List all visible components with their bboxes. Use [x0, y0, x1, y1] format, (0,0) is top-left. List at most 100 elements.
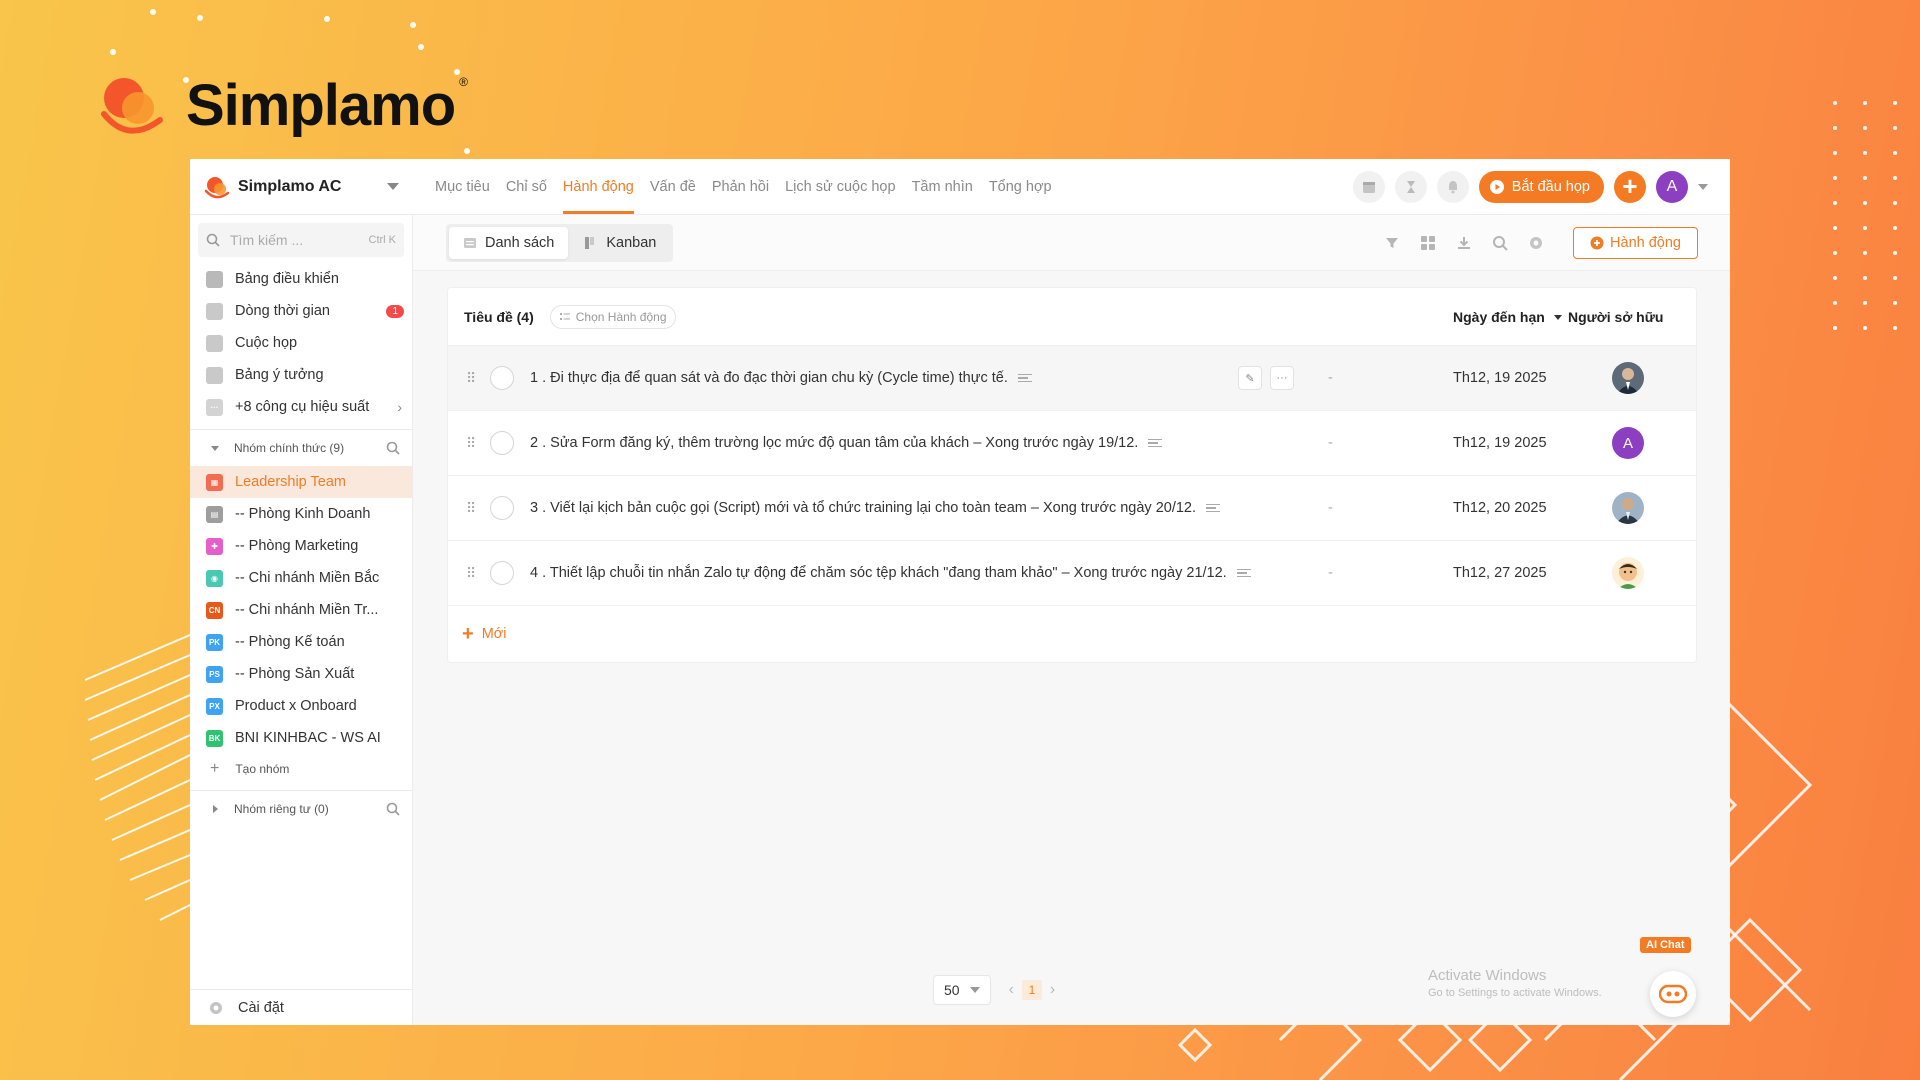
owner-avatar[interactable]: [1612, 492, 1644, 524]
owner-column-header[interactable]: Người sở hữu: [1568, 309, 1663, 325]
owner-avatar[interactable]: [1612, 362, 1644, 394]
due-date[interactable]: Th12, 27 2025: [1453, 565, 1547, 581]
timer-button[interactable]: [1394, 170, 1427, 203]
sidebar-item-idea-board[interactable]: Bảng ý tưởng: [190, 359, 412, 391]
timeline-icon: [206, 302, 223, 320]
caret-right-icon: [213, 805, 218, 813]
download-icon[interactable]: [1455, 234, 1473, 252]
sidebar-item-more-tools[interactable]: ··· +8 công cụ hiệu suất ›: [190, 391, 412, 423]
drag-handle-icon[interactable]: ⠿: [466, 500, 476, 517]
sidebar-group-accounting[interactable]: PK -- Phòng Kế toán: [190, 626, 412, 658]
current-page[interactable]: 1: [1021, 980, 1042, 1000]
notification-button[interactable]: [1436, 170, 1469, 203]
more-options-icon[interactable]: ···: [1270, 366, 1294, 390]
sidebar-group-sales[interactable]: ▤ -- Phòng Kinh Doanh: [190, 498, 412, 530]
prev-page-icon[interactable]: ‹: [1009, 981, 1014, 999]
tab-objectives[interactable]: Mục tiêu: [435, 159, 490, 214]
create-group-label: Tạo nhóm: [235, 762, 290, 776]
chevron-down-icon[interactable]: [1698, 183, 1708, 190]
tab-feedback[interactable]: Phản hồi: [712, 159, 769, 214]
search-input[interactable]: Tìm kiếm ... Ctrl K: [198, 223, 404, 257]
notification-badge: 1: [386, 304, 404, 318]
tab-vision[interactable]: Tầm nhìn: [912, 159, 973, 214]
tab-issues[interactable]: Vấn đề: [650, 159, 696, 214]
ai-chat-button[interactable]: [1650, 971, 1696, 1017]
sidebar-group-marketing[interactable]: ✚ -- Phòng Marketing: [190, 530, 412, 562]
search-icon[interactable]: [1491, 234, 1509, 252]
group-avatar-icon: PS: [206, 665, 223, 683]
group-avatar-icon: ▤: [206, 505, 223, 523]
sidebar-item-meetings[interactable]: Cuộc họp: [190, 327, 412, 359]
ai-chat-widget[interactable]: AI Chat: [1640, 937, 1700, 1017]
watermark-line-1: Activate Windows: [1428, 967, 1547, 984]
brand-registered-mark: ®: [459, 74, 469, 89]
sidebar-group-production[interactable]: PS -- Phòng Sản Xuất: [190, 658, 412, 690]
edit-icon[interactable]: ✎: [1238, 366, 1262, 390]
due-date[interactable]: Th12, 20 2025: [1453, 500, 1547, 516]
sidebar-group-product-onboard[interactable]: PX Product x Onboard: [190, 690, 412, 722]
filter-icon[interactable]: [1383, 234, 1401, 252]
group-by-icon[interactable]: [1419, 234, 1437, 252]
tab-metrics[interactable]: Chỉ số: [506, 159, 547, 214]
sidebar-item-timeline[interactable]: Dòng thời gian 1: [190, 295, 412, 327]
create-group-button[interactable]: + Tạo nhóm: [190, 754, 412, 784]
add-action-button[interactable]: Hành động: [1573, 226, 1698, 259]
plus-icon: +: [210, 760, 220, 777]
table-header: Tiêu đề (4) Chọn Hành động Ngày đến hạn …: [448, 288, 1696, 346]
gear-icon[interactable]: [1527, 234, 1545, 252]
settings-item[interactable]: Cài đặt: [190, 989, 412, 1025]
tab-meeting-history[interactable]: Lịch sử cuộc họp: [785, 159, 895, 214]
action-title[interactable]: 3 . Viết lại kịch bản cuộc gọi (Script) …: [530, 500, 1196, 516]
new-action-button[interactable]: + Mới: [448, 606, 1696, 662]
settings-label: Cài đặt: [238, 999, 284, 1016]
complete-checkbox[interactable]: [490, 366, 514, 390]
due-date[interactable]: Th12, 19 2025: [1453, 435, 1547, 451]
action-title[interactable]: 1 . Đi thực địa để quan sát và đo đạc th…: [530, 370, 1008, 386]
sidebar-group-north-branch[interactable]: ◉ -- Chi nhánh Miền Bắc: [190, 562, 412, 594]
table-row[interactable]: ⠿ 3 . Viết lại kịch bản cuộc gọi (Script…: [448, 476, 1696, 541]
table-row[interactable]: ⠿ 1 . Đi thực địa để quan sát và đo đạc …: [448, 346, 1696, 411]
owner-avatar[interactable]: [1612, 557, 1644, 589]
private-groups-header[interactable]: Nhóm riêng tư (0): [190, 791, 412, 827]
add-button[interactable]: +: [1614, 170, 1646, 203]
drag-handle-icon[interactable]: ⠿: [466, 370, 476, 387]
main-content: Danh sách Kanban Hành động Tiêu đề (4) C…: [413, 215, 1730, 1025]
start-meeting-label: Bắt đầu họp: [1511, 178, 1590, 195]
action-title[interactable]: 4 . Thiết lập chuỗi tin nhắn Zalo tự độn…: [530, 565, 1227, 581]
kanban-view-button[interactable]: Kanban: [570, 227, 670, 259]
sidebar-item-dashboard[interactable]: Bảng điều khiển: [190, 263, 412, 295]
list-view-button[interactable]: Danh sách: [449, 226, 569, 259]
calendar-button[interactable]: [1352, 170, 1385, 203]
due-date[interactable]: Th12, 19 2025: [1453, 370, 1547, 386]
complete-checkbox[interactable]: [490, 496, 514, 520]
workspace-switcher[interactable]: Simplamo AC: [190, 159, 413, 214]
search-icon[interactable]: [386, 802, 400, 816]
page-size-select[interactable]: 50: [933, 975, 991, 1005]
row-empty-field: -: [1328, 435, 1333, 451]
sidebar-group-bni-kinhbac[interactable]: BK BNI KINHBAC - WS AI: [190, 722, 412, 754]
next-page-icon[interactable]: ›: [1050, 981, 1055, 999]
calendar-icon: [206, 334, 223, 352]
row-empty-field: -: [1328, 370, 1333, 386]
drag-handle-icon[interactable]: ⠿: [466, 435, 476, 452]
tab-summary[interactable]: Tổng hợp: [989, 159, 1052, 214]
official-groups-header[interactable]: Nhóm chính thức (9): [190, 430, 412, 466]
description-icon: [1236, 568, 1251, 578]
due-date-column-header[interactable]: Ngày đến hạn: [1453, 309, 1563, 325]
start-meeting-button[interactable]: Bắt đầu họp: [1478, 170, 1604, 203]
action-title[interactable]: 2 . Sửa Form đăng ký, thêm trường lọc mứ…: [530, 435, 1138, 451]
sidebar-group-central-branch[interactable]: CN -- Chi nhánh Miền Tr...: [190, 594, 412, 626]
user-avatar[interactable]: A: [1656, 170, 1688, 203]
drag-handle-icon[interactable]: ⠿: [466, 565, 476, 582]
complete-checkbox[interactable]: [490, 561, 514, 585]
tab-actions[interactable]: Hành động: [562, 159, 634, 214]
table-row[interactable]: ⠿ 2 . Sửa Form đăng ký, thêm trường lọc …: [448, 411, 1696, 476]
sidebar-group-leadership-team[interactable]: ▦ Leadership Team: [190, 466, 412, 498]
search-icon[interactable]: [386, 441, 400, 455]
title-column-header[interactable]: Tiêu đề (4): [464, 309, 534, 325]
complete-checkbox[interactable]: [490, 431, 514, 455]
owner-avatar[interactable]: A: [1612, 427, 1644, 459]
page-nav: ‹ 1 ›: [1009, 980, 1055, 1000]
choose-action-button[interactable]: Chọn Hành động: [549, 304, 676, 329]
table-row[interactable]: ⠿ 4 . Thiết lập chuỗi tin nhắn Zalo tự đ…: [448, 541, 1696, 606]
